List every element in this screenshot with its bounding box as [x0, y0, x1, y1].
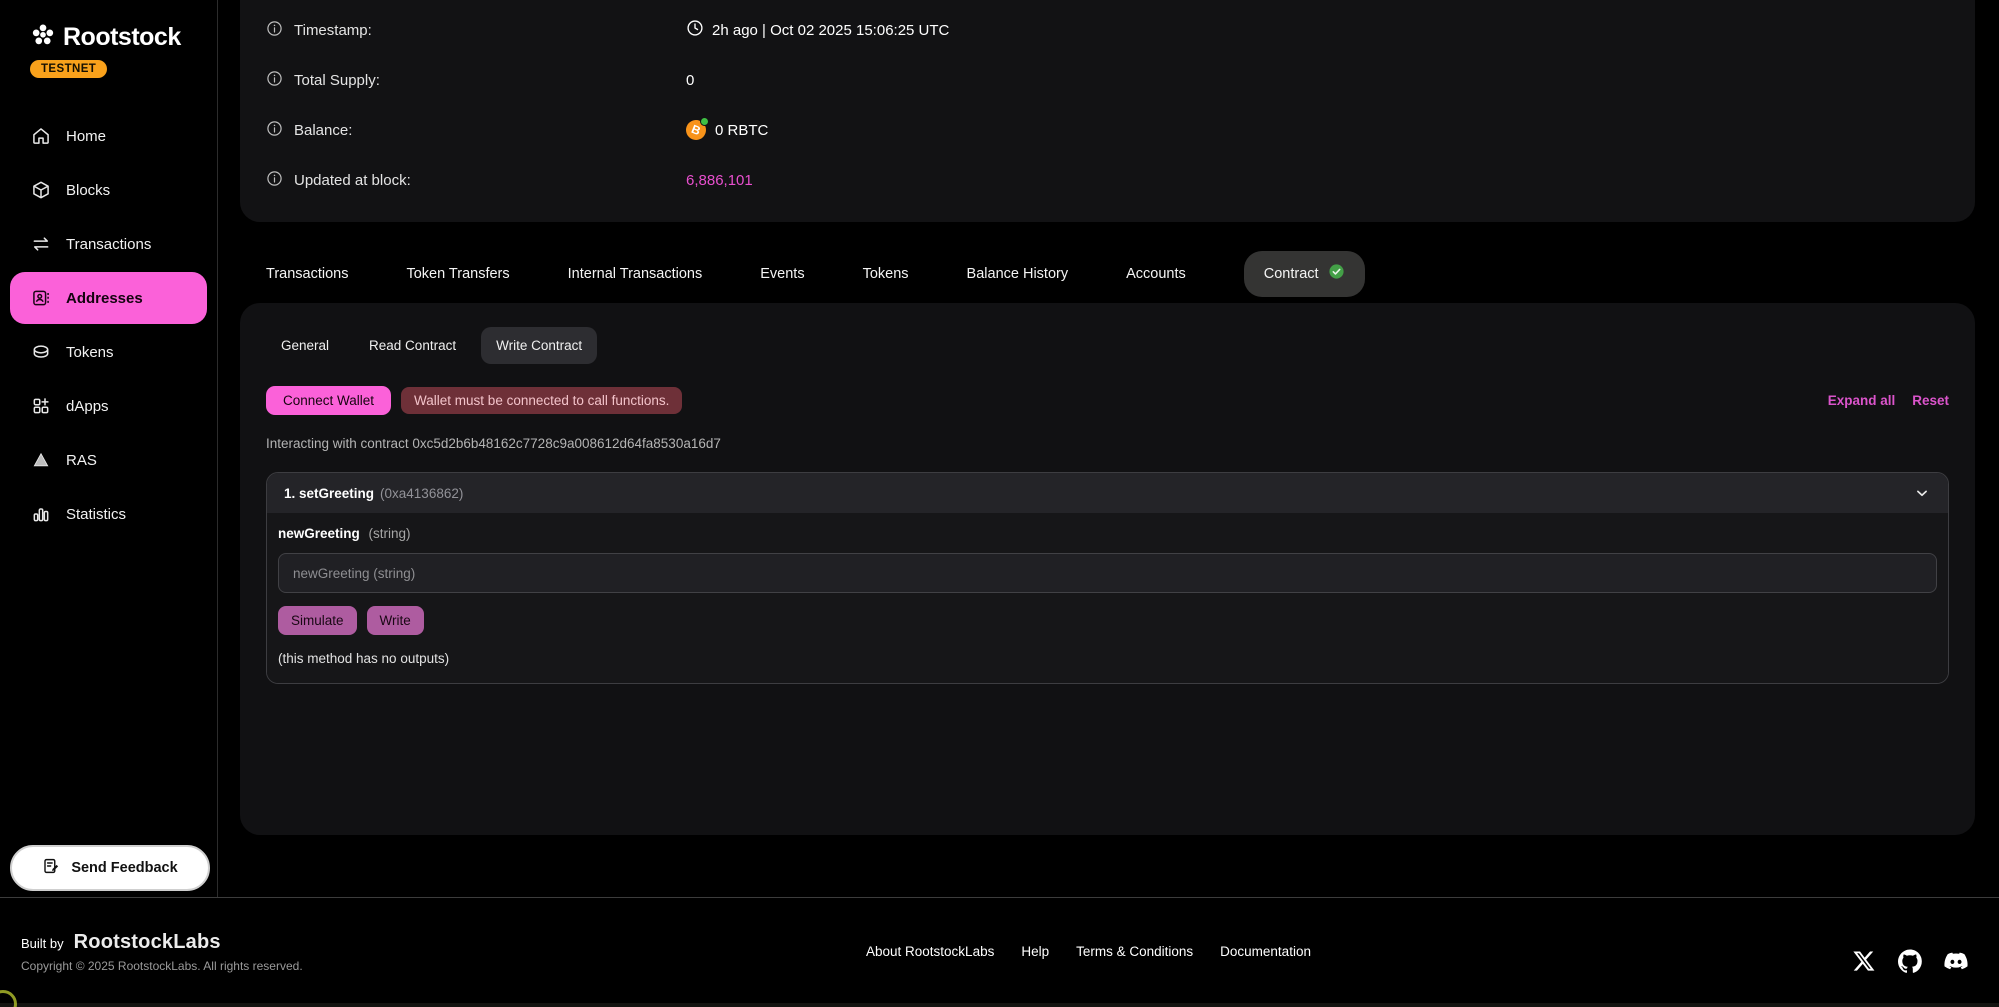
rootstock-flower-icon [30, 22, 56, 53]
brand-name: Rootstock [63, 23, 181, 52]
feedback-note-icon [42, 857, 60, 879]
sidebar-item-home[interactable]: Home [0, 109, 217, 163]
sidebar-item-label: dApps [66, 398, 109, 415]
detail-row-balance: Balance: B 0 RBTC [266, 105, 1949, 155]
function-accordion-header[interactable]: 1. setGreeting (0xa4136862) [267, 473, 1948, 513]
copyright-text: Copyright © 2025 RootstockLabs. All righ… [21, 959, 303, 973]
bottom-strip [0, 1003, 1999, 1007]
param-name: newGreeting [278, 526, 360, 541]
tab-token-transfers[interactable]: Token Transfers [406, 266, 509, 282]
detail-label-text: Total Supply: [294, 72, 380, 89]
built-by-text: Built by [21, 936, 64, 951]
rootstocklabs-logo: RootstockLabs [74, 931, 221, 954]
detail-row-timestamp: Timestamp: 2h ago | Oct 02 2025 15:06:25… [266, 5, 1949, 55]
sidebar: Rootstock TESTNET Home [0, 0, 218, 897]
sidebar-item-statistics[interactable]: Statistics [0, 487, 217, 541]
function-body: newGreeting (string) Simulate Write (thi… [267, 513, 1948, 683]
footer-links: About RootstockLabs Help Terms & Conditi… [866, 944, 1311, 959]
info-icon[interactable] [266, 170, 283, 191]
coin-icon [30, 342, 51, 363]
param-type: (string) [369, 526, 411, 541]
sidebar-item-label: RAS [66, 452, 97, 469]
write-button[interactable]: Write [367, 606, 424, 635]
contract-panel: General Read Contract Write Contract Con… [240, 303, 1975, 835]
testnet-badge: TESTNET [30, 60, 107, 78]
connect-wallet-button[interactable]: Connect Wallet [266, 386, 391, 415]
total-supply-value: 0 [686, 72, 694, 89]
rbtc-coin-icon: B [686, 120, 707, 141]
sidebar-item-transactions[interactable]: Transactions [0, 217, 217, 271]
page: Rootstock TESTNET Home [0, 0, 1999, 1007]
sidebar-item-label: Tokens [66, 344, 114, 361]
verified-check-icon [1328, 263, 1345, 285]
no-outputs-note: (this method has no outputs) [278, 651, 1937, 666]
cube-icon [30, 180, 51, 201]
tab-transactions[interactable]: Transactions [266, 266, 348, 282]
simulate-button[interactable]: Simulate [278, 606, 357, 635]
chevron-down-icon[interactable] [1913, 484, 1931, 502]
detail-label-text: Balance: [294, 122, 352, 139]
footer-link-documentation[interactable]: Documentation [1220, 944, 1311, 959]
sidebar-item-label: Home [66, 128, 106, 145]
tab-contract[interactable]: Contract [1244, 251, 1365, 297]
info-icon[interactable] [266, 70, 283, 91]
detail-label-text: Timestamp: [294, 22, 372, 39]
sidebar-item-tokens[interactable]: Tokens [0, 325, 217, 379]
interacting-contract-text: Interacting with contract 0xc5d2b6b48162… [266, 436, 1949, 451]
subtab-write-contract[interactable]: Write Contract [481, 327, 597, 364]
sidebar-item-dapps[interactable]: dApps [0, 379, 217, 433]
home-icon [30, 126, 51, 147]
info-icon[interactable] [266, 20, 283, 41]
address-card-icon [30, 288, 51, 309]
sidebar-item-addresses[interactable]: Addresses [10, 272, 207, 324]
expand-all-link[interactable]: Expand all [1828, 393, 1896, 408]
clock-icon [686, 19, 704, 41]
footer: Built by RootstockLabs Copyright © 2025 … [0, 897, 1999, 1007]
send-feedback-label: Send Feedback [71, 860, 177, 876]
bar-chart-icon [30, 504, 51, 525]
ras-triangle-icon [30, 450, 51, 471]
detail-row-total-supply: Total Supply: 0 [266, 55, 1949, 105]
function-title: 1. setGreeting [284, 486, 374, 501]
tab-tokens[interactable]: Tokens [863, 266, 909, 282]
wallet-row: Connect Wallet Wallet must be connected … [266, 386, 1949, 415]
info-icon[interactable] [266, 120, 283, 141]
updated-block-link[interactable]: 6,886,101 [686, 172, 753, 189]
footer-link-about[interactable]: About RootstockLabs [866, 944, 994, 959]
tab-internal-transactions[interactable]: Internal Transactions [568, 266, 703, 282]
dapps-grid-icon [30, 396, 51, 417]
balance-value: 0 RBTC [715, 122, 768, 139]
subtab-read-contract[interactable]: Read Contract [354, 327, 471, 364]
discord-icon[interactable] [1943, 948, 1969, 974]
wallet-warning: Wallet must be connected to call functio… [401, 387, 682, 414]
sidebar-item-label: Statistics [66, 506, 126, 523]
sidebar-item-blocks[interactable]: Blocks [0, 163, 217, 217]
address-detail-panel: Timestamp: 2h ago | Oct 02 2025 15:06:25… [240, 0, 1975, 222]
tab-events[interactable]: Events [760, 266, 804, 282]
x-icon[interactable] [1851, 948, 1877, 974]
github-icon[interactable] [1897, 948, 1923, 974]
transfer-arrows-icon [30, 234, 51, 255]
sidebar-nav: Home Blocks Transactions [0, 109, 217, 541]
contract-subtabs: General Read Contract Write Contract [266, 327, 1949, 364]
newgreeting-input[interactable] [278, 553, 1937, 593]
rootstock-logo[interactable]: Rootstock [30, 22, 217, 53]
footer-link-terms[interactable]: Terms & Conditions [1076, 944, 1193, 959]
reset-link[interactable]: Reset [1912, 393, 1949, 408]
detail-row-updated-block: Updated at block: 6,886,101 [266, 155, 1949, 205]
sidebar-item-label: Addresses [66, 290, 143, 307]
subtab-general[interactable]: General [266, 327, 344, 364]
detail-label-text: Updated at block: [294, 172, 411, 189]
tab-balance-history[interactable]: Balance History [967, 266, 1069, 282]
sidebar-item-ras[interactable]: RAS [0, 433, 217, 487]
footer-link-help[interactable]: Help [1021, 944, 1049, 959]
sidebar-item-label: Blocks [66, 182, 110, 199]
function-card-setgreeting: 1. setGreeting (0xa4136862) newGreeting … [266, 472, 1949, 684]
address-tabs: Transactions Token Transfers Internal Tr… [266, 245, 1365, 303]
sidebar-item-label: Transactions [66, 236, 151, 253]
function-selector: (0xa4136862) [380, 486, 463, 501]
tab-accounts[interactable]: Accounts [1126, 266, 1186, 282]
timestamp-value: 2h ago | Oct 02 2025 15:06:25 UTC [712, 22, 949, 39]
send-feedback-button[interactable]: Send Feedback [10, 845, 210, 891]
